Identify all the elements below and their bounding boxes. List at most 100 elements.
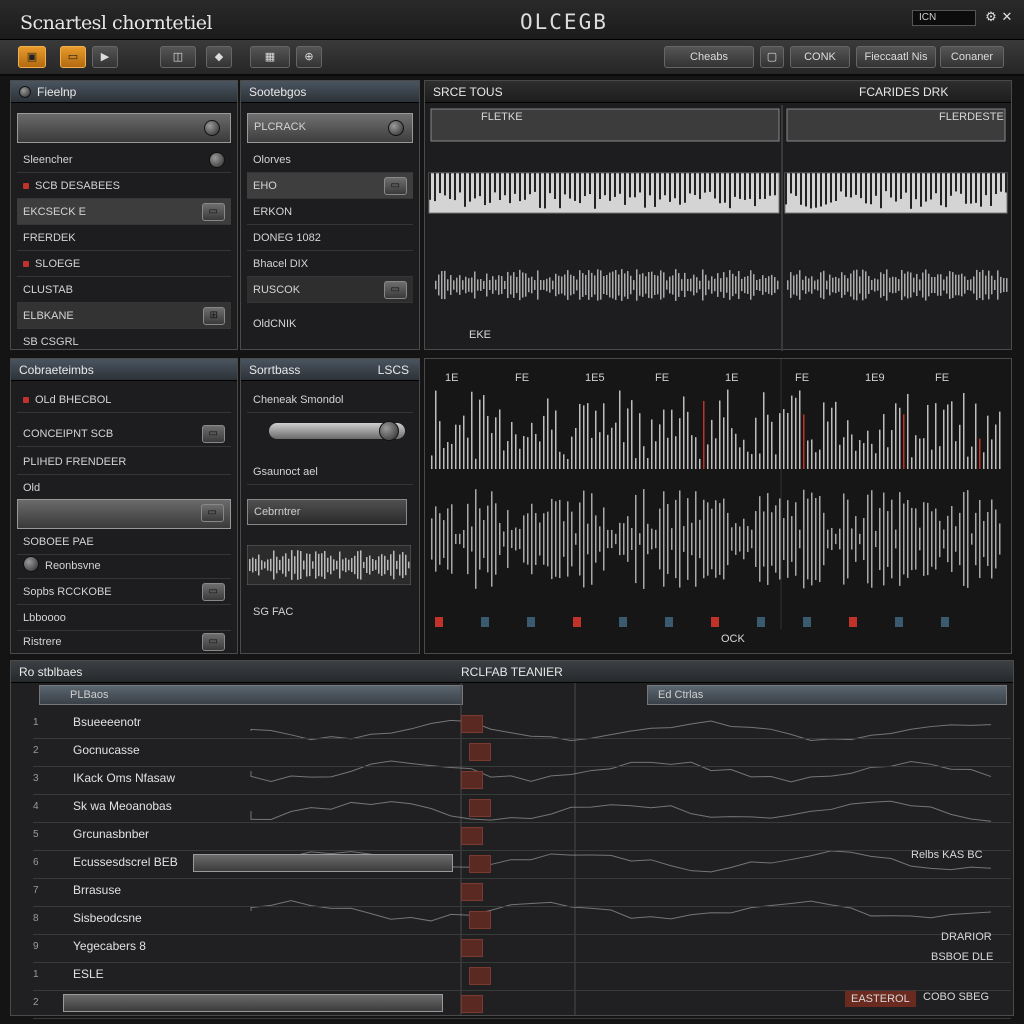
arrange-tracks[interactable] [425, 105, 1011, 351]
wave-bar [925, 269, 927, 301]
snap-button[interactable]: ◫ [160, 46, 196, 68]
control-toggle[interactable]: ▭ [201, 583, 225, 601]
waveform-display[interactable]: 1E FE 1E5 FE 1E FE 1E9 FE [425, 359, 1011, 653]
wave-bar [679, 490, 681, 588]
control-row[interactable]: Lbboooo [17, 605, 231, 631]
synth-slot[interactable]: PLCRACK [247, 113, 413, 143]
sequencer-row[interactable]: 8 Sisbeodcsne [33, 905, 1011, 935]
synth-toggle[interactable]: ▭ [383, 177, 407, 195]
sequencer-label-4[interactable]: EASTEROL [845, 991, 916, 1007]
fx-toggle[interactable]: ⊞ [202, 307, 225, 325]
wave-control-row[interactable]: SG FAC [247, 599, 413, 625]
wave-bar [883, 492, 885, 586]
sequencer-row[interactable]: 7 Brrasuse [33, 877, 1011, 907]
sequencer-row[interactable]: 3 IKack Oms Nfasaw [33, 765, 1011, 795]
synth-panel: Sootebgos PLCRACK Olorves EHO ▭ ERKON DON… [240, 80, 420, 350]
mini-bar [267, 559, 269, 571]
fx-toggle[interactable]: ▭ [201, 203, 225, 221]
control-row[interactable]: Sopbs RCCKOBE ▭ [17, 579, 231, 605]
fx-knob[interactable] [204, 120, 220, 136]
control-row[interactable]: Ristrere ▭ [17, 629, 231, 655]
clip-marker[interactable] [461, 827, 483, 845]
sequencer-row[interactable]: 9 Yegecabers 8 [33, 933, 1011, 963]
wave-control-row[interactable]: Gsaunoct ael [247, 459, 413, 485]
metronome-button[interactable]: ◆ [206, 46, 232, 68]
control-row[interactable]: Reonbsvne [17, 553, 231, 579]
play-button[interactable]: ▶ [92, 46, 118, 68]
fx-row[interactable]: SLOEGE [17, 251, 231, 277]
synth-row[interactable]: Bhacel DIX [247, 251, 413, 277]
sequencer-row[interactable]: 1 Bsueeeenotr [33, 709, 1011, 739]
wave-control-row[interactable]: Cheneak Smondol [247, 387, 413, 413]
fx-row[interactable]: SCB DESABEES [17, 173, 231, 199]
wave-slot[interactable]: Cebrntrer [247, 499, 407, 525]
toolbar-item-3[interactable]: Fieccaatl Nis [856, 46, 936, 68]
record-button[interactable]: ▣ [18, 46, 46, 68]
clip-marker[interactable] [461, 995, 483, 1013]
control-row[interactable]: SOBOEE PAE [17, 529, 231, 555]
synth-row[interactable]: OldCNIK [247, 311, 413, 337]
control-row[interactable]: CONCEIPNT SCB ▭ [17, 421, 231, 447]
fx-row[interactable]: CLUSTAB [17, 277, 231, 303]
clip-marker[interactable] [461, 939, 483, 957]
fx-knob-icon[interactable] [209, 152, 225, 168]
clip-marker[interactable] [461, 883, 483, 901]
synth-row[interactable]: EHO ▭ [247, 173, 413, 199]
close-icon[interactable]: ✕ [1000, 9, 1014, 25]
power-icon[interactable] [19, 86, 31, 98]
fx-row[interactable]: ELBKANE ⊞ [17, 303, 231, 329]
control-toggle[interactable]: ▭ [200, 504, 224, 522]
clip-marker[interactable] [461, 715, 483, 733]
wave-bar [443, 520, 445, 558]
wave-bar [671, 528, 673, 550]
fx-slot[interactable] [17, 113, 231, 143]
clip-marker[interactable] [469, 967, 491, 985]
control-slot[interactable]: ▭ [17, 499, 231, 529]
clip-marker[interactable] [461, 771, 483, 789]
fx-row[interactable]: FRERDEK [17, 225, 231, 251]
synth-row[interactable]: Olorves [247, 147, 413, 173]
piano-key [559, 173, 561, 209]
control-row[interactable]: OLd BHECBOL [17, 387, 231, 413]
audio-clip[interactable] [193, 854, 453, 872]
wave-bar [501, 276, 503, 294]
sequencer-row[interactable]: 1 ESLE [33, 961, 1011, 991]
sequencer-row[interactable]: 6 Ecussesdscrel BEB [33, 849, 1011, 879]
clip-marker[interactable] [469, 799, 491, 817]
toolbar-item-1[interactable]: Cheabs [664, 46, 754, 68]
loop-button[interactable]: ▭ [60, 46, 86, 68]
synth-row[interactable]: ERKON [247, 199, 413, 225]
synth-toggle[interactable]: ▭ [383, 281, 407, 299]
sequencer-row[interactable]: 2 Gocnucasse [33, 737, 1011, 767]
wave-bar [763, 511, 765, 567]
control-row[interactable]: PLIHED FRENDEER [17, 449, 231, 475]
search-input[interactable]: ICN [912, 10, 976, 26]
toolbar-icon-1[interactable]: ▢ [760, 46, 784, 68]
synth-row[interactable]: RUSCOK ▭ [247, 277, 413, 303]
fx-row[interactable]: EKCSECK E ▭ [17, 199, 231, 225]
control-row[interactable]: Old [17, 475, 231, 501]
sequencer-row[interactable]: 4 Sk wa Meoanobas [33, 793, 1011, 823]
toolbar-item-4[interactable]: Conaner [940, 46, 1004, 68]
toolbar-item-2[interactable]: CONK [790, 46, 850, 68]
clip-marker[interactable] [469, 743, 491, 761]
grid-button[interactable]: ▦ [250, 46, 290, 68]
fx-row[interactable]: SB CSGRL [17, 329, 231, 355]
wave-bar [459, 533, 461, 545]
control-toggle[interactable]: ▭ [201, 633, 225, 651]
wave-slider-knob[interactable] [379, 421, 399, 441]
zoom-button[interactable]: ⊕ [296, 46, 322, 68]
piano-key [805, 173, 807, 207]
audio-clip[interactable] [63, 994, 443, 1012]
wave-bar [913, 277, 915, 293]
wave-bar [563, 454, 565, 469]
wave-bar [979, 438, 981, 469]
settings-icon[interactable]: ⚙ [984, 9, 998, 25]
synth-knob[interactable] [388, 120, 404, 136]
synth-row[interactable]: DONEG 1082 [247, 225, 413, 251]
clip-marker[interactable] [469, 911, 491, 929]
control-toggle[interactable]: ▭ [201, 425, 225, 443]
fx-row[interactable]: Sleencher [17, 147, 231, 173]
sequencer-row[interactable]: 5 Grcunasbnber [33, 821, 1011, 851]
clip-marker[interactable] [469, 855, 491, 873]
